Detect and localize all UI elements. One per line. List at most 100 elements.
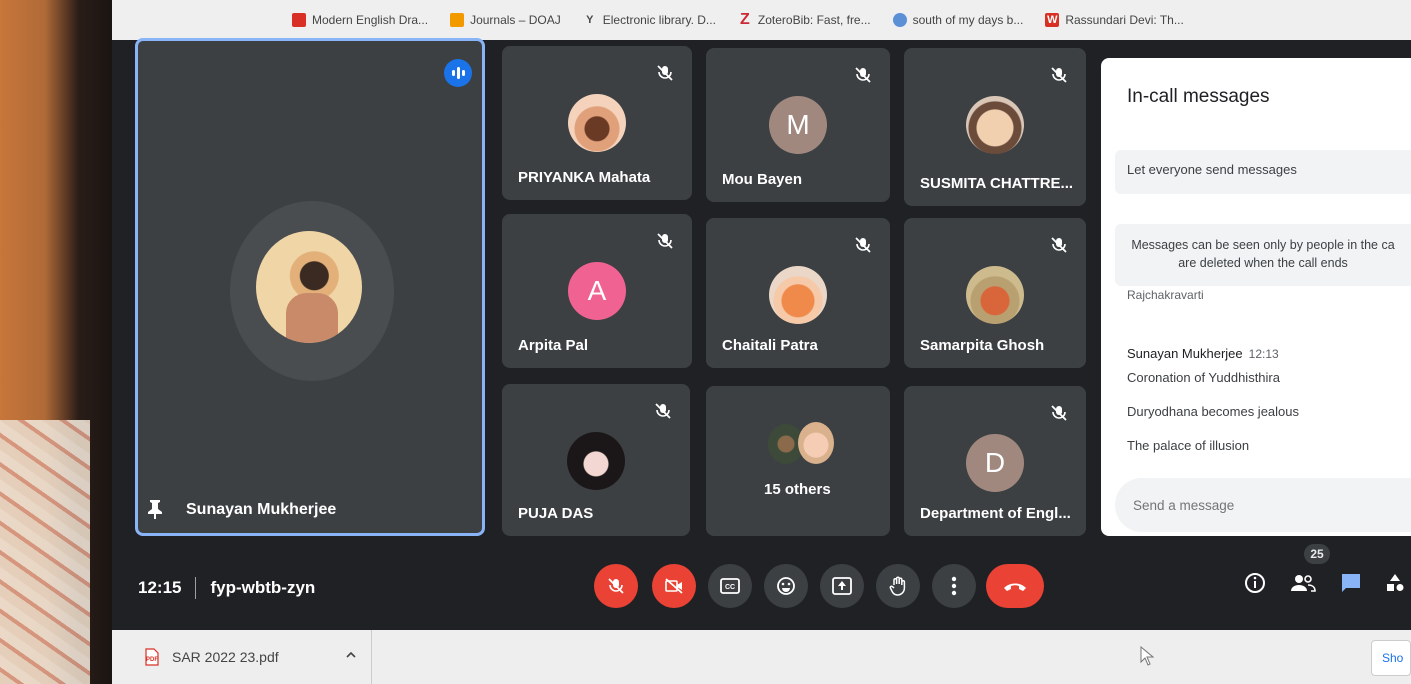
avatar [966,96,1024,154]
downloads-bar: PDF SAR 2022 23.pdf Sho [112,630,1411,684]
activities-button[interactable] [1380,568,1410,598]
download-item[interactable]: PDF SAR 2022 23.pdf [132,630,372,684]
pdf-file-icon: PDF [145,648,159,666]
phone-hangup-icon [1004,583,1026,591]
mic-off-icon [855,67,871,83]
in-call-messages-panel: In-call messages Let everyone send messa… [1101,58,1411,536]
avatar [769,266,827,324]
avatar [966,266,1024,324]
participant-tile[interactable]: Samarpita Ghosh [904,218,1086,368]
bookmarks-bar: Modern English Dra... Journals – DOAJ YE… [112,0,1411,40]
speaking-indicator-icon [444,59,472,87]
avatar [567,432,625,490]
photo-of-screen: { "bookmarks": [ {"label": "Modern Engli… [0,0,1411,684]
divider [195,577,197,599]
globe-icon [892,13,907,27]
participant-name: Department of Engl... [920,505,1071,522]
bookmark-icon [450,13,465,27]
svg-text:PDF: PDF [146,657,158,663]
avatar [256,231,362,343]
camera-off-icon [665,578,683,594]
speaker-name: Sunayan Mukherjee [186,501,337,518]
present-screen-icon [832,577,852,595]
chat-message: The palace of illusion [1127,438,1250,453]
pin-icon[interactable] [146,499,164,519]
participant-tile[interactable]: M Mou Bayen [706,48,890,202]
present-button[interactable] [820,564,864,608]
participant-name: Samarpita Ghosh [920,337,1045,354]
avatar [798,422,834,464]
people-button[interactable] [1288,568,1318,598]
more-options-button[interactable] [932,564,976,608]
others-count: 15 others [764,481,831,498]
show-all-button[interactable]: Sho [1371,640,1411,676]
participant-name: PUJA DAS [518,505,594,522]
chat-message: Duryodhana becomes jealous [1127,404,1299,419]
mic-off-icon [655,403,671,419]
more-vert-icon [951,576,957,596]
meeting-details: 12:15 fyp-wbtb-zyn [138,577,315,599]
reactions-button[interactable] [764,564,808,608]
camera-toggle-button[interactable] [652,564,696,608]
allow-messages-toggle[interactable]: Let everyone send messages [1115,150,1411,194]
bookmark-item[interactable]: Journals – DOAJ [450,13,561,27]
mouse-cursor-icon [1140,646,1154,666]
download-filename: SAR 2022 23.pdf [172,649,279,665]
info-icon [1245,573,1265,593]
people-icon [1291,575,1316,592]
send-message-input[interactable] [1115,478,1411,532]
mic-off-icon [657,233,673,249]
bookmark-item[interactable]: Z ZoteroBib: Fast, fre... [738,11,871,28]
bookmark-item[interactable]: south of my days b... [892,13,1023,27]
chat-button[interactable] [1336,568,1366,598]
emoji-icon [777,577,795,595]
participant-tile[interactable]: Chaitali Patra [706,218,890,368]
mic-off-icon [608,578,624,594]
participant-tile[interactable]: D Department of Engl... [904,386,1086,536]
meeting-code[interactable]: fyp-wbtb-zyn [210,578,315,598]
hand-icon [889,576,906,596]
participant-name: PRIYANKA Mahata [518,169,651,186]
activities-icon [1387,574,1404,591]
svg-text:CC: CC [725,584,735,591]
closed-captions-icon: CC [720,578,740,594]
participant-name: SUSMITA CHATTRE... [920,175,1074,192]
participant-tile[interactable]: SUSMITA CHATTRE... [904,48,1086,206]
bookmark-icon [292,13,306,27]
bookmark-item[interactable]: Y Electronic library. D... [583,13,716,27]
message-sender: Sunayan Mukherjee 12:13 [1127,346,1279,361]
bookmark-icon: Y [586,14,594,26]
participant-tile[interactable]: A Arpita Pal [502,214,692,368]
bookmark-icon: W [1045,13,1060,27]
avatar [568,94,626,152]
leave-call-button[interactable] [986,564,1044,608]
message-time: 12:13 [1248,347,1279,361]
avatar: M [769,96,827,154]
people-count-badge: 25 [1304,544,1330,564]
bookmark-item[interactable]: Modern English Dra... [292,13,428,27]
participant-name: Arpita Pal [518,337,589,354]
raise-hand-button[interactable] [876,564,920,608]
pinned-speaker-tile[interactable]: Sunayan Mukherjee [135,38,485,536]
chat-icon [1342,574,1360,592]
zotero-icon: Z [740,11,750,28]
mic-off-icon [657,65,673,81]
avatar: A [568,262,626,320]
mic-off-icon [1051,67,1067,83]
participant-tile[interactable]: PRIYANKA Mahata [502,46,692,200]
participant-tile[interactable]: PUJA DAS [502,384,690,536]
chevron-up-icon[interactable] [346,650,356,660]
panel-title: In-call messages [1127,86,1270,107]
others-tile[interactable]: 15 others [706,386,890,536]
avatar: D [966,434,1024,492]
meeting-details-button[interactable] [1240,568,1270,598]
background-cloth [0,420,90,684]
participant-name: Mou Bayen [722,171,803,188]
meeting-time: 12:15 [138,578,182,597]
captions-button[interactable]: CC [708,564,752,608]
messages-notice: Messages can be seen only by people in t… [1115,224,1411,286]
mic-off-icon [855,237,871,253]
mic-toggle-button[interactable] [594,564,638,608]
mic-off-icon [1051,237,1067,253]
bookmark-item[interactable]: W Rassundari Devi: Th... [1045,13,1184,27]
